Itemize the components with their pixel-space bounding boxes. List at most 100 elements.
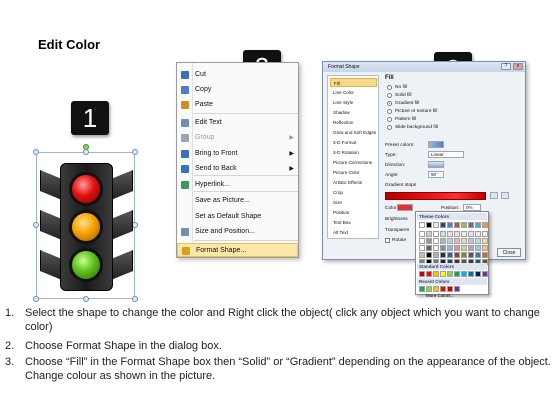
recent-color-swatch[interactable]: [440, 286, 446, 292]
resize-handle-tr[interactable]: [132, 149, 138, 155]
theme-color-swatch[interactable]: [461, 238, 467, 244]
category-position[interactable]: Position: [330, 208, 377, 217]
theme-color-swatch[interactable]: [461, 252, 467, 258]
theme-color-swatch[interactable]: [426, 245, 432, 251]
menu-item-set-as-default-shape[interactable]: Set as Default Shape: [177, 210, 298, 224]
theme-color-swatch[interactable]: [461, 222, 467, 228]
theme-color-swatch[interactable]: [426, 238, 432, 244]
theme-color-swatch[interactable]: [419, 222, 425, 228]
menu-item-hyperlink[interactable]: Hyperlink...: [177, 178, 298, 192]
theme-color-swatch[interactable]: [447, 231, 453, 237]
position-input[interactable]: 0%: [463, 204, 481, 211]
category-reflection[interactable]: Reflection: [330, 118, 377, 127]
standard-color-swatch[interactable]: [461, 271, 467, 277]
theme-color-swatch[interactable]: [440, 238, 446, 244]
theme-color-swatch[interactable]: [440, 252, 446, 258]
theme-color-swatch[interactable]: [433, 222, 439, 228]
category-glow-and-soft-edges[interactable]: Glow and Soft Edges: [330, 128, 377, 137]
menu-item-send-to-back[interactable]: Send to Back ▶: [177, 162, 298, 176]
green-lamp[interactable]: [69, 248, 103, 282]
category-picture-color[interactable]: Picture Color: [330, 168, 377, 177]
fill-radio-1[interactable]: [387, 93, 392, 98]
theme-color-swatch[interactable]: [482, 245, 488, 251]
theme-color-swatch[interactable]: [475, 231, 481, 237]
menu-item-bring-to-front[interactable]: Bring to Front ▶: [177, 147, 298, 161]
theme-color-swatch[interactable]: [475, 252, 481, 258]
menu-item-paste[interactable]: Paste: [177, 98, 298, 112]
theme-color-swatch[interactable]: [454, 245, 460, 251]
category-text-box[interactable]: Text Box: [330, 218, 377, 227]
theme-color-swatch[interactable]: [419, 252, 425, 258]
menu-item-save-as-picture[interactable]: Save as Picture...: [177, 194, 298, 208]
category-artistic-effects[interactable]: Artistic Effects: [330, 178, 377, 187]
theme-color-swatch[interactable]: [433, 245, 439, 251]
theme-color-swatch[interactable]: [433, 231, 439, 237]
close-button[interactable]: Close: [497, 248, 521, 257]
remove-stop-button[interactable]: [501, 192, 509, 199]
resize-handle-bl[interactable]: [33, 296, 39, 302]
theme-color-swatch[interactable]: [454, 252, 460, 258]
menu-item-format-shape[interactable]: Format Shape...: [177, 243, 298, 257]
add-stop-button[interactable]: [490, 192, 498, 199]
rotate-checkbox[interactable]: [385, 238, 390, 243]
theme-color-swatch[interactable]: [433, 238, 439, 244]
recent-color-swatch[interactable]: [426, 286, 432, 292]
theme-color-swatch[interactable]: [468, 238, 474, 244]
theme-color-swatch[interactable]: [440, 231, 446, 237]
category-line-color[interactable]: Line Color: [330, 88, 377, 97]
standard-color-swatch[interactable]: [447, 271, 453, 277]
fill-radio-0[interactable]: [387, 85, 392, 90]
resize-handle-t[interactable]: [83, 149, 89, 155]
recent-color-swatch[interactable]: [419, 286, 425, 292]
resize-handle-b[interactable]: [83, 296, 89, 302]
resize-handle-tl[interactable]: [33, 149, 39, 155]
resize-handle-br[interactable]: [132, 296, 138, 302]
menu-item-copy[interactable]: Copy: [177, 83, 298, 97]
color-picker-button[interactable]: [397, 204, 413, 211]
category-alt-text[interactable]: Alt Text: [330, 228, 377, 237]
standard-color-swatch[interactable]: [454, 271, 460, 277]
theme-color-swatch[interactable]: [419, 245, 425, 251]
theme-color-swatch[interactable]: [475, 245, 481, 251]
category-size[interactable]: Size: [330, 198, 377, 207]
help-button[interactable]: ?: [501, 63, 511, 70]
theme-color-swatch[interactable]: [482, 238, 488, 244]
theme-color-swatch[interactable]: [454, 238, 460, 244]
theme-color-swatch[interactable]: [447, 245, 453, 251]
more-colors-link[interactable]: More Colors...: [426, 293, 454, 298]
category-line-style[interactable]: Line Style: [330, 98, 377, 107]
theme-color-swatch[interactable]: [468, 231, 474, 237]
preset-colors-picker[interactable]: [428, 141, 444, 148]
theme-color-swatch[interactable]: [468, 245, 474, 251]
theme-color-swatch[interactable]: [454, 222, 460, 228]
angle-input[interactable]: 90°: [428, 171, 444, 178]
direction-picker[interactable]: [428, 161, 444, 168]
standard-color-swatch[interactable]: [482, 271, 488, 277]
fill-radio-3[interactable]: [387, 109, 392, 114]
theme-color-swatch[interactable]: [468, 252, 474, 258]
theme-color-swatch[interactable]: [440, 245, 446, 251]
theme-color-swatch[interactable]: [419, 238, 425, 244]
recent-color-swatch[interactable]: [433, 286, 439, 292]
recent-color-swatch[interactable]: [447, 286, 453, 292]
theme-color-swatch[interactable]: [426, 222, 432, 228]
category-crop[interactable]: Crop: [330, 188, 377, 197]
theme-color-swatch[interactable]: [475, 238, 481, 244]
category-3-d-format[interactable]: 3-D Format: [330, 138, 377, 147]
recent-color-swatch[interactable]: [454, 286, 460, 292]
standard-color-swatch[interactable]: [440, 271, 446, 277]
fill-radio-5[interactable]: [387, 125, 392, 130]
theme-color-swatch[interactable]: [461, 245, 467, 251]
category-picture-corrections[interactable]: Picture Corrections: [330, 158, 377, 167]
theme-color-swatch[interactable]: [426, 231, 432, 237]
gradient-stops-bar[interactable]: [385, 192, 486, 200]
theme-color-swatch[interactable]: [447, 222, 453, 228]
resize-handle-l[interactable]: [33, 222, 39, 228]
theme-color-swatch[interactable]: [468, 222, 474, 228]
standard-color-swatch[interactable]: [419, 271, 425, 277]
menu-item-group[interactable]: Group ▶: [177, 131, 298, 145]
category-fill[interactable]: Fill: [330, 78, 377, 87]
category-shadow[interactable]: Shadow: [330, 108, 377, 117]
menu-item-cut[interactable]: Cut: [177, 68, 298, 82]
category-3-d-rotation[interactable]: 3-D Rotation: [330, 148, 377, 157]
